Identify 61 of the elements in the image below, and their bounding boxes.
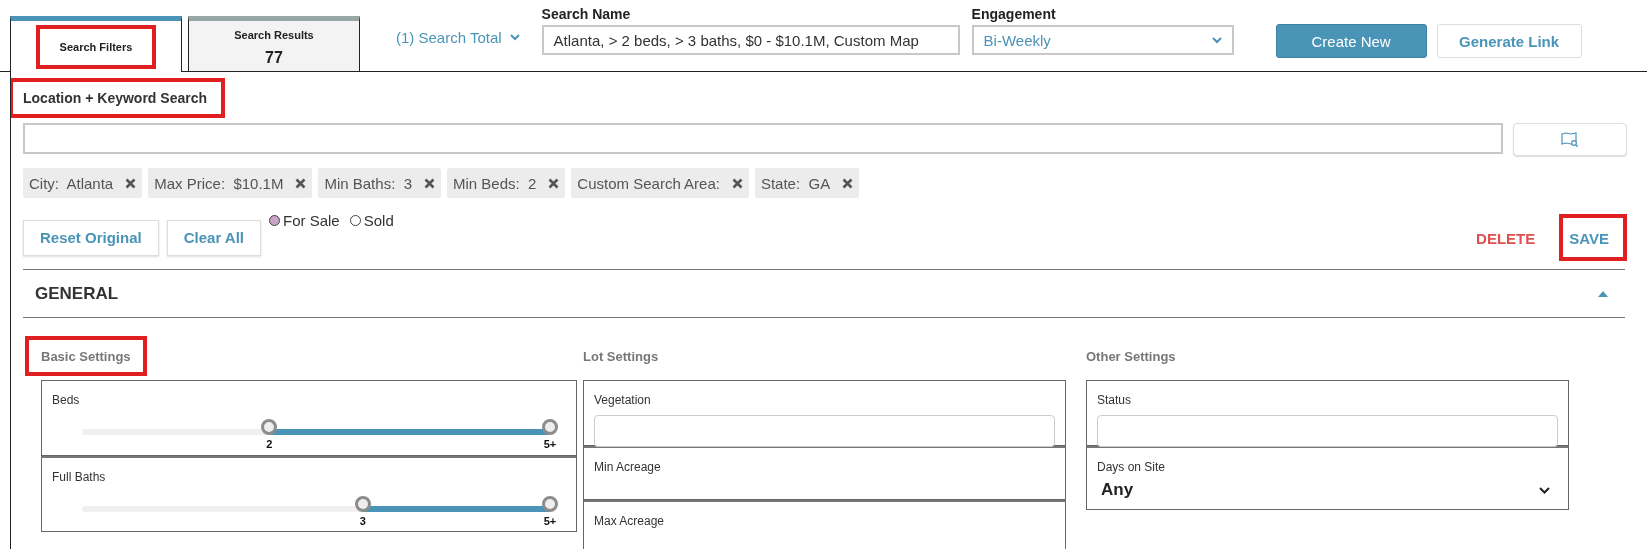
radio-label[interactable]: For Sale	[283, 212, 340, 229]
chevron-down-icon	[1211, 36, 1222, 44]
location-search-label: Location + Keyword Search	[23, 90, 207, 106]
chevron-down-icon	[1539, 486, 1550, 494]
slider-handle[interactable]	[542, 496, 558, 512]
text-field[interactable]	[594, 415, 1055, 447]
field-label: Max Acreage	[594, 514, 666, 528]
text-field[interactable]	[1097, 415, 1558, 447]
action-button[interactable]: Reset Original	[23, 219, 159, 256]
remove-icon[interactable]	[842, 177, 854, 189]
tab[interactable]: Search Results 77	[188, 16, 360, 71]
remove-icon[interactable]	[731, 177, 743, 189]
tab[interactable]: Search Filters	[10, 16, 182, 72]
slider-handle[interactable]	[354, 496, 371, 512]
location-search-field[interactable]	[23, 123, 1503, 154]
chevron-down-icon	[509, 34, 520, 41]
field-label: Full Baths	[52, 470, 107, 484]
save-button[interactable]: SAVE	[1565, 226, 1613, 251]
search-name-field[interactable]: Atlanta, > 2 beds, > 3 baths, $0 - $10.1M, Custom Map	[541, 25, 960, 55]
remove-icon[interactable]	[295, 177, 307, 189]
action-button[interactable]: Clear All	[166, 219, 261, 256]
section-title: GENERAL	[35, 283, 119, 304]
slider-handle[interactable]	[261, 419, 278, 435]
search-total-dropdown[interactable]: (1) Search Total	[396, 25, 520, 46]
radio-label[interactable]: Sold	[363, 212, 394, 229]
group-title: Other Settings	[1086, 349, 1176, 364]
result-count: 77	[265, 49, 283, 67]
chip-label: State: GA	[760, 174, 831, 192]
highlight-frame: Search Filters	[35, 24, 157, 69]
remove-icon[interactable]	[424, 177, 435, 189]
field-label: Search Name	[541, 6, 632, 22]
remove-icon[interactable]	[125, 177, 137, 189]
field-label: Days on Site	[1097, 460, 1167, 474]
slider-value: 3	[359, 515, 366, 527]
slider-value: 2	[266, 438, 273, 450]
remove-icon[interactable]	[548, 177, 560, 189]
chip-label: Min Beds: 2	[453, 174, 537, 192]
slider-value: 5+	[543, 438, 557, 450]
chip-label: City: Atlanta	[29, 174, 114, 192]
slider-handle[interactable]	[542, 419, 558, 435]
group-title: Basic Settings	[41, 349, 131, 364]
delete-button[interactable]: DELETE	[1472, 226, 1540, 251]
group-title: Lot Settings	[583, 349, 659, 364]
map-search-icon	[1561, 131, 1579, 148]
collapse-icon[interactable]	[1597, 289, 1609, 298]
generate-link-button[interactable]: Generate Link	[1436, 24, 1582, 58]
radio-button[interactable]	[349, 215, 361, 226]
chip-label: Min Baths: 3	[324, 174, 412, 192]
chip-label: Custom Search Area:	[577, 174, 720, 192]
radio-button[interactable]	[269, 215, 280, 226]
chip-label: Max Price: $10.1M	[154, 174, 284, 192]
create-button[interactable]: Create New	[1275, 24, 1427, 58]
days-select[interactable]: Any	[1097, 474, 1558, 500]
field-label: Min Acreage	[594, 460, 662, 474]
field-label: Vegetation	[594, 393, 652, 407]
field-label: Status	[1097, 393, 1133, 407]
engagement-select[interactable]: Bi-Weekly	[971, 25, 1234, 55]
slider-value: 5+	[543, 515, 557, 527]
map-search-button[interactable]	[1513, 123, 1627, 156]
field-label: Engagement	[971, 6, 1057, 22]
field-label: Beds	[52, 393, 81, 407]
